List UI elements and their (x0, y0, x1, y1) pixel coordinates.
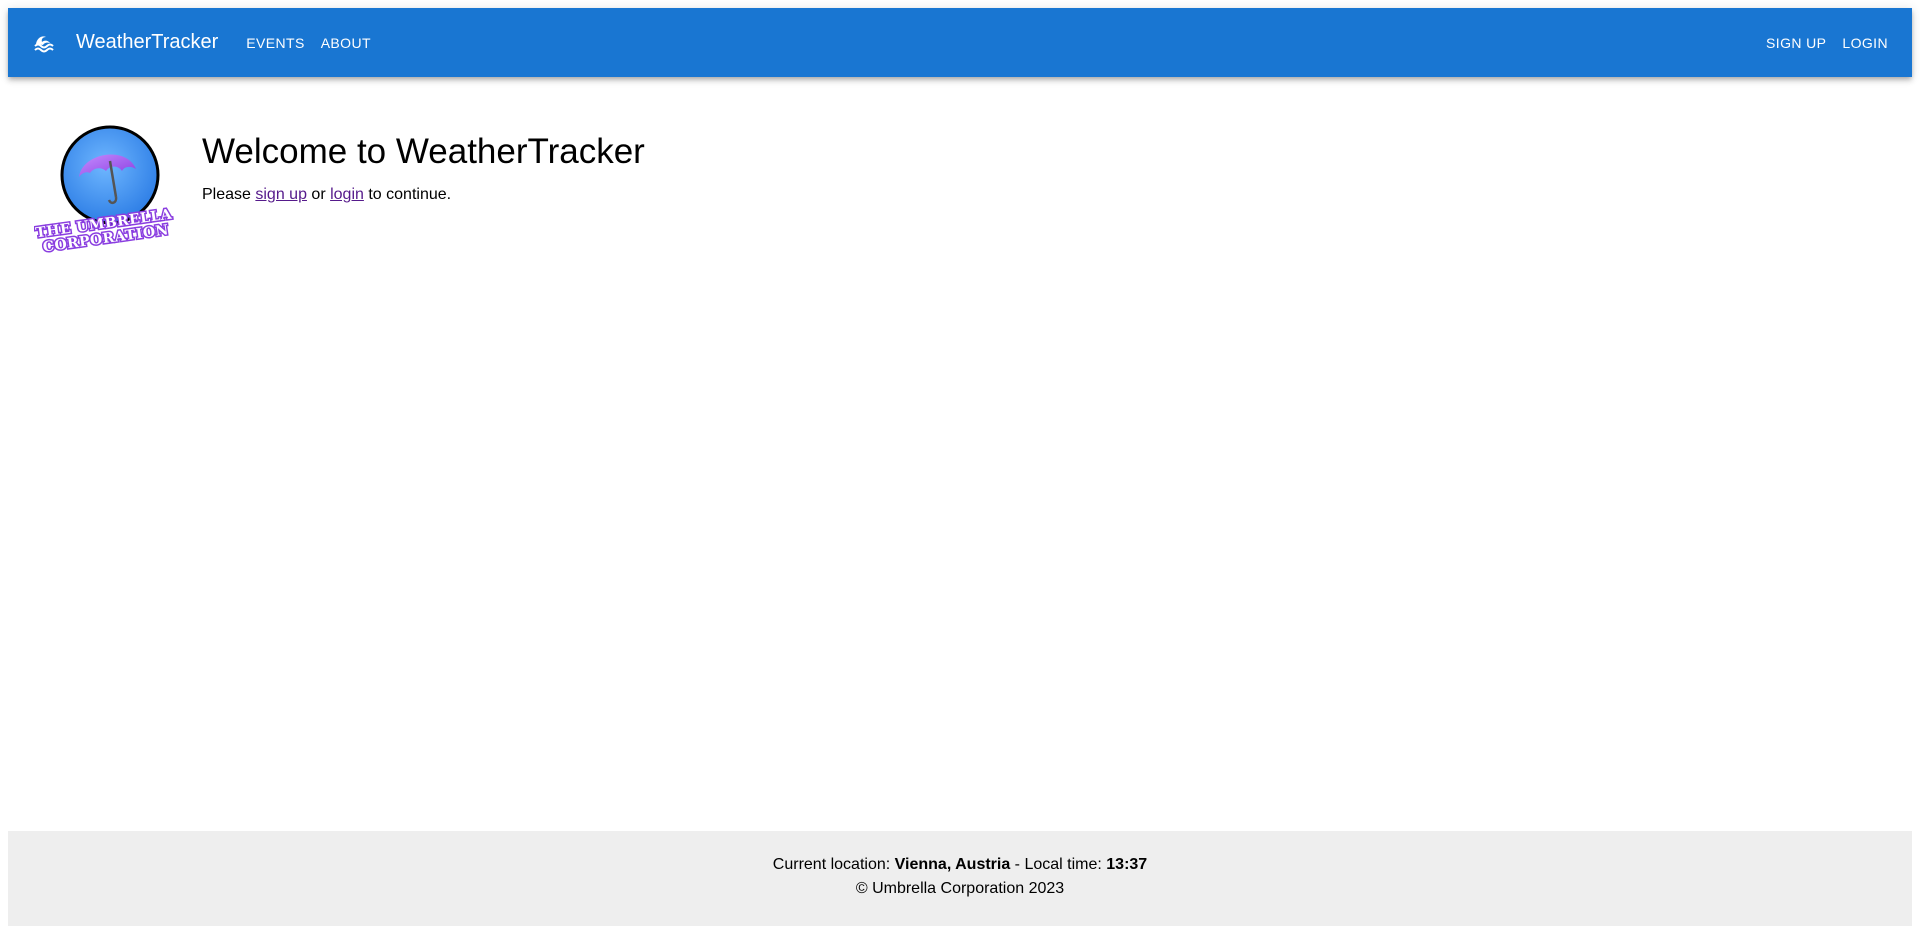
page-footer: Current location: Vienna, Austria - Loca… (8, 831, 1912, 926)
location-line: Current location: Vienna, Austria - Loca… (8, 853, 1912, 877)
brand-title[interactable]: WeatherTracker (76, 31, 218, 54)
login-button[interactable]: LOGIN (1834, 29, 1896, 57)
primary-nav: EVENTS ABOUT (238, 29, 379, 57)
message-prefix: Please (202, 186, 256, 203)
location-label: Current location: (772, 856, 895, 873)
location-value: Vienna, Austria (894, 856, 1011, 873)
time-label: - Local time: (1010, 856, 1107, 873)
message-suffix: to continue. (363, 186, 452, 203)
waves-icon[interactable] (32, 31, 56, 55)
message-middle: or (306, 186, 331, 203)
welcome-section: Welcome to WeatherTracker Please sign up… (202, 131, 645, 205)
login-link[interactable]: login (330, 186, 364, 203)
auth-nav: SIGN UP LOGIN (1758, 29, 1896, 57)
local-time-value: 13:37 (1106, 856, 1148, 873)
top-navbar: WeatherTracker EVENTS ABOUT SIGN UP LOGI… (8, 8, 1912, 77)
umbrella-corporation-logo: THE UMBRELLA CORPORATION (33, 125, 175, 257)
nav-link-about[interactable]: ABOUT (313, 29, 379, 57)
page: WeatherTracker EVENTS ABOUT SIGN UP LOGI… (8, 8, 1912, 926)
main-content: THE UMBRELLA CORPORATION Welcome to Weat… (8, 77, 1912, 839)
nav-link-events[interactable]: EVENTS (238, 29, 312, 57)
sign-up-link[interactable]: sign up (255, 186, 307, 203)
page-title: Welcome to WeatherTracker (202, 132, 645, 171)
sign-up-button[interactable]: SIGN UP (1758, 29, 1834, 57)
copyright-text: © Umbrella Corporation 2023 (855, 880, 1065, 897)
welcome-message: Please sign up or login to continue. (202, 185, 645, 205)
